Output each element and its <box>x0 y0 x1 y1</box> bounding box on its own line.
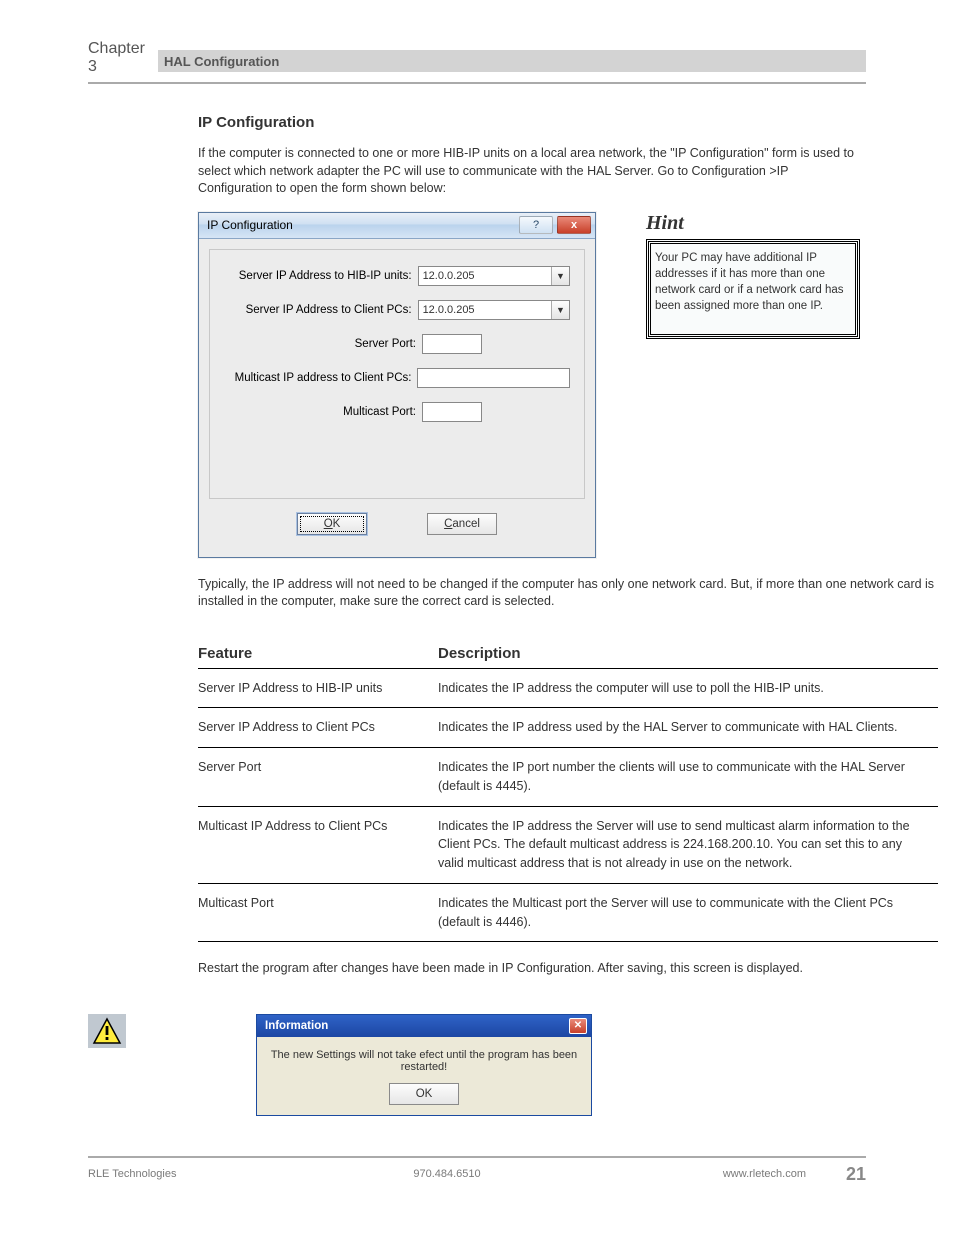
chevron-down-icon: ▼ <box>551 301 569 319</box>
label-server-ip-hib: Server IP Address to HIB-IP units: <box>224 270 418 282</box>
label-server-port: Server Port: <box>224 338 422 350</box>
help-button[interactable]: ? <box>519 216 553 234</box>
footer-phone: 970.484.6510 <box>248 1168 646 1180</box>
table-row: Server IP Address to Client PCs Indicate… <box>198 708 938 748</box>
closing-paragraph-2: Restart the program after changes have b… <box>198 960 938 978</box>
table-row: Server IP Address to HIB-IP units Indica… <box>198 668 938 708</box>
chapter-title: HAL Configuration <box>158 50 866 72</box>
cell-description: Indicates the IP address the Server will… <box>438 806 938 883</box>
ok-button[interactable]: OK <box>297 513 367 535</box>
cell-feature: Multicast Port <box>198 883 438 942</box>
info-body: The new Settings will not take efect unt… <box>257 1037 591 1115</box>
dialog-button-row: OK Cancel <box>209 499 585 547</box>
cell-description: Indicates the IP address the computer wi… <box>438 668 938 708</box>
table-row: Multicast IP Address to Client PCs Indic… <box>198 806 938 883</box>
label-server-ip-clients: Server IP Address to Client PCs: <box>224 304 418 316</box>
combo-server-ip-hib[interactable]: 12.0.0.205 ▼ <box>418 266 570 286</box>
page-root: Chapter 3 HAL Configuration IP Configura… <box>0 0 954 1225</box>
info-message: The new Settings will not take efect unt… <box>267 1049 581 1073</box>
cell-feature: Server IP Address to HIB-IP units <box>198 668 438 708</box>
cell-feature: Server Port <box>198 748 438 807</box>
page-footer: RLE Technologies 970.484.6510 www.rletec… <box>88 1156 866 1185</box>
cell-feature: Server IP Address to Client PCs <box>198 708 438 748</box>
chevron-down-icon: ▼ <box>551 267 569 285</box>
dialog-panel: Server IP Address to HIB-IP units: 12.0.… <box>209 249 585 499</box>
page-header: Chapter 3 HAL Configuration <box>88 40 866 84</box>
combo-server-ip-hib-value: 12.0.0.205 <box>419 270 551 282</box>
hint-box: Your PC may have additional IP addresses… <box>646 239 860 339</box>
cell-feature: Multicast IP Address to Client PCs <box>198 806 438 883</box>
footer-url: www.rletech.com <box>646 1168 806 1180</box>
ip-config-dialog: IP Configuration ? x Server IP Address t… <box>198 212 596 558</box>
combo-server-ip-clients-value: 12.0.0.205 <box>419 304 551 316</box>
information-dialog: Information ✕ The new Settings will not … <box>256 1014 592 1116</box>
label-multicast-ip: Multicast IP address to Client PCs: <box>224 372 417 384</box>
hint-block: Hint Your PC may have additional IP addr… <box>646 212 860 339</box>
warning-icon <box>88 1014 126 1048</box>
cell-description: Indicates the IP port number the clients… <box>438 748 938 807</box>
intro-paragraph: If the computer is connected to one or m… <box>198 145 866 198</box>
table-row: Multicast Port Indicates the Multicast p… <box>198 883 938 942</box>
cell-description: Indicates the Multicast port the Server … <box>438 883 938 942</box>
table-header-description: Description <box>438 639 938 669</box>
figure-area: IP Configuration ? x Server IP Address t… <box>198 212 866 558</box>
closing-paragraph-1: Typically, the IP address will not need … <box>198 576 938 611</box>
info-ok-button[interactable]: OK <box>389 1083 459 1105</box>
dialog-body: Server IP Address to HIB-IP units: 12.0.… <box>199 239 595 557</box>
info-titlebar: Information ✕ <box>257 1015 591 1037</box>
info-title: Information <box>265 1020 569 1032</box>
input-multicast-port[interactable] <box>422 402 482 422</box>
chapter-label: Chapter 3 <box>88 40 158 82</box>
dialog-title: IP Configuration <box>207 218 515 232</box>
combo-server-ip-clients[interactable]: 12.0.0.205 ▼ <box>418 300 570 320</box>
footer-left: RLE Technologies <box>88 1168 248 1180</box>
table-header-feature: Feature <box>198 639 438 669</box>
close-icon[interactable]: ✕ <box>569 1018 587 1034</box>
close-button[interactable]: x <box>557 216 591 234</box>
parameter-table: Feature Description Server IP Address to… <box>198 639 938 943</box>
caution-row: Information ✕ The new Settings will not … <box>88 1014 866 1116</box>
cell-description: Indicates the IP address used by the HAL… <box>438 708 938 748</box>
label-multicast-port: Multicast Port: <box>224 406 422 418</box>
page-number: 21 <box>806 1164 866 1185</box>
input-multicast-ip[interactable] <box>417 368 570 388</box>
cancel-button[interactable]: Cancel <box>427 513 497 535</box>
section-heading: IP Configuration <box>198 114 866 131</box>
table-row: Server Port Indicates the IP port number… <box>198 748 938 807</box>
input-server-port[interactable] <box>422 334 482 354</box>
dialog-titlebar: IP Configuration ? x <box>199 213 595 239</box>
hint-label: Hint <box>646 212 860 235</box>
